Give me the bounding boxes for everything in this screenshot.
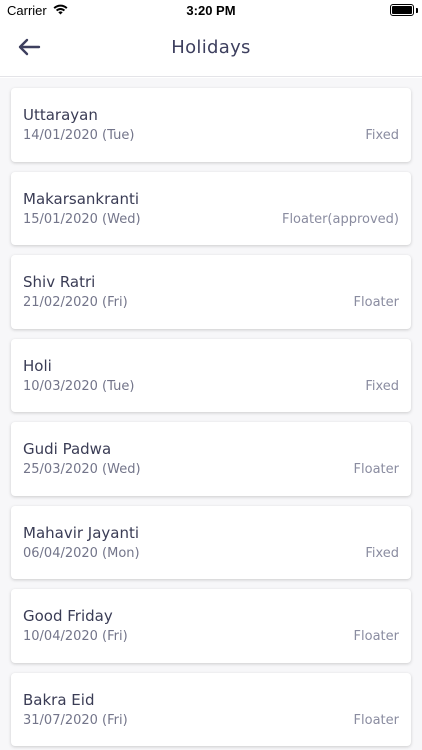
navigation-bar: Holidays	[0, 22, 422, 77]
holiday-card[interactable]: Gudi Padwa 25/03/2020 (Wed) Floater	[11, 422, 411, 496]
holiday-name: Good Friday	[23, 607, 113, 625]
holiday-card[interactable]: Mahavir Jayanti 06/04/2020 (Mon) Fixed	[11, 505, 411, 579]
holiday-list[interactable]: Uttarayan 14/01/2020 (Tue) Fixed Makarsa…	[0, 78, 422, 750]
holiday-card[interactable]: Bakra Eid 31/07/2020 (Fri) Floater	[11, 672, 411, 746]
holiday-date: 10/03/2020 (Tue)	[23, 378, 135, 394]
holiday-date: 15/01/2020 (Wed)	[23, 211, 141, 227]
battery-tip	[416, 8, 418, 13]
page-title: Holidays	[171, 37, 251, 58]
holiday-date: 10/04/2020 (Fri)	[23, 629, 128, 644]
holiday-card[interactable]: Good Friday 10/04/2020 (Fri) Floater	[11, 589, 411, 663]
holiday-date: 25/03/2020 (Wed)	[23, 462, 141, 477]
holiday-type: Floater	[353, 712, 399, 728]
holiday-type: Floater	[353, 462, 399, 477]
holiday-name: Uttarayan	[23, 106, 98, 124]
holiday-type: Floater(approved)	[281, 211, 399, 227]
holiday-type: Fixed	[365, 128, 399, 143]
holiday-name: Gudi Padwa	[23, 440, 112, 458]
holiday-name: Shiv Ratri	[23, 273, 96, 291]
holiday-name: Makarsankranti	[23, 189, 140, 208]
holiday-card[interactable]: Uttarayan 14/01/2020 (Tue) Fixed	[11, 88, 411, 162]
holiday-date: 21/02/2020 (Fri)	[23, 295, 128, 310]
holiday-date: 06/04/2020 (Mon)	[23, 545, 140, 561]
holiday-name: Mahavir Jayanti	[23, 523, 140, 542]
holiday-name: Bakra Eid	[23, 690, 95, 709]
status-time: 3:20 PM	[186, 3, 236, 18]
holiday-type: Fixed	[365, 378, 399, 394]
holiday-card[interactable]: Makarsankranti 15/01/2020 (Wed) Floater(…	[11, 171, 411, 245]
status-bar: Carrier 3:20 PM	[0, 0, 422, 22]
holiday-type: Floater	[353, 295, 399, 310]
holiday-card[interactable]: Shiv Ratri 21/02/2020 (Fri) Floater	[11, 255, 411, 329]
holiday-type: Floater	[353, 629, 399, 644]
holiday-date: 31/07/2020 (Fri)	[23, 712, 128, 728]
battery-icon	[390, 4, 414, 16]
holiday-name: Holi	[23, 356, 52, 375]
holiday-date: 14/01/2020 (Tue)	[23, 128, 135, 143]
holiday-type: Fixed	[365, 545, 399, 561]
holiday-card[interactable]: Holi 10/03/2020 (Tue) Fixed	[11, 338, 411, 412]
